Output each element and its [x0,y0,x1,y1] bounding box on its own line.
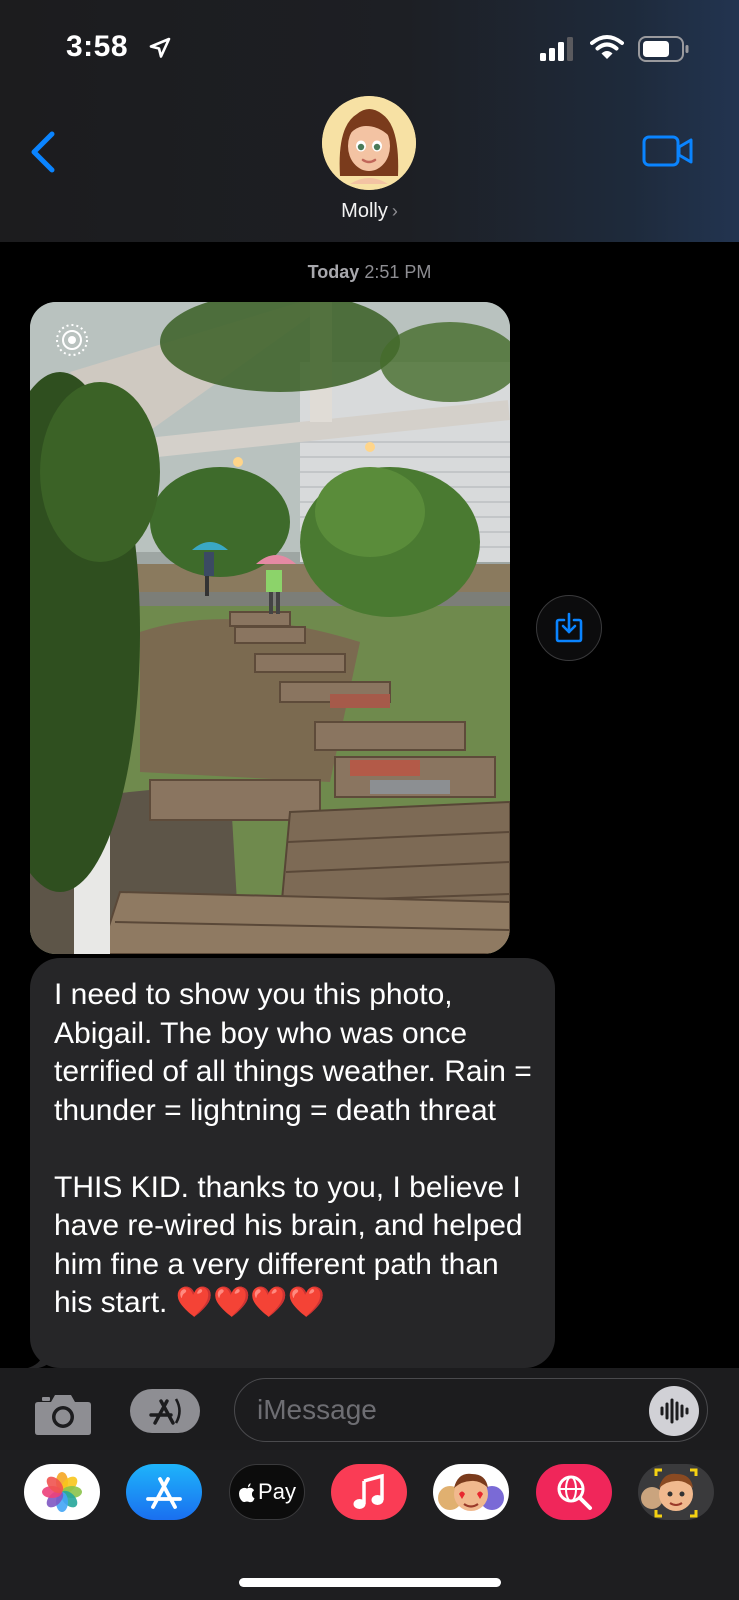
live-photo-icon[interactable] [54,322,90,358]
apple-logo-icon [239,1483,255,1503]
apple-pay-label: Pay [258,1479,296,1504]
back-chevron-icon[interactable] [28,130,58,174]
conversation-header: 3:58 Molly › [0,0,739,242]
video-call-icon[interactable] [642,134,694,168]
memoji-avatar-icon [322,96,416,190]
compose-bar [0,1368,739,1450]
battery-icon [638,36,689,62]
wifi-icon [590,35,624,59]
memoji-stickers-icon [438,1473,504,1511]
app-store-icon [149,1398,181,1425]
timestamp-time: 2:51 PM [364,262,432,282]
contact-avatar[interactable] [322,96,416,190]
message-input[interactable] [257,1393,637,1427]
timestamp-day: Today [307,262,360,282]
audio-message-button[interactable] [649,1386,699,1436]
photos-icon [42,1472,82,1512]
web-image-search-app-button[interactable] [536,1464,612,1520]
message-text: I need to show you this photo, Abigail. … [54,978,532,1319]
contact-name-label: Molly [341,200,388,222]
memoji-face-icon [641,1468,698,1518]
location-arrow-icon [149,37,171,58]
music-app-button[interactable] [331,1464,407,1520]
camera-icon[interactable] [34,1392,92,1436]
photos-app-button[interactable] [24,1464,100,1520]
imessage-text-field[interactable] [234,1378,708,1442]
home-indicator[interactable] [239,1578,501,1587]
app-store-a-icon [146,1477,182,1509]
waveform-icon [660,1398,689,1424]
apple-pay-app-button[interactable]: Pay [229,1464,305,1520]
save-photo-button[interactable] [536,595,602,661]
status-time: 3:58 [66,30,129,63]
memoji-stickers-app-button[interactable] [433,1464,509,1520]
message-timestamp: Today 2:51 PM [0,262,739,283]
globe-search-icon [557,1475,592,1510]
incoming-message-bubble[interactable]: I need to show you this photo, Abigail. … [30,958,555,1368]
chevron-right-icon: › [391,201,398,221]
photo-attachment[interactable] [30,302,510,954]
cellular-signal-icon [540,37,573,61]
download-icon [555,612,583,643]
app-store-app-button[interactable] [126,1464,202,1520]
memoji-app-button[interactable] [638,1464,714,1520]
garden-photo-image [30,302,510,954]
contact-name[interactable]: Molly › [0,200,739,223]
imessage-app-drawer: Pay [0,1450,739,1600]
music-note-icon [353,1473,384,1509]
app-store-drawer-button[interactable] [130,1389,200,1433]
